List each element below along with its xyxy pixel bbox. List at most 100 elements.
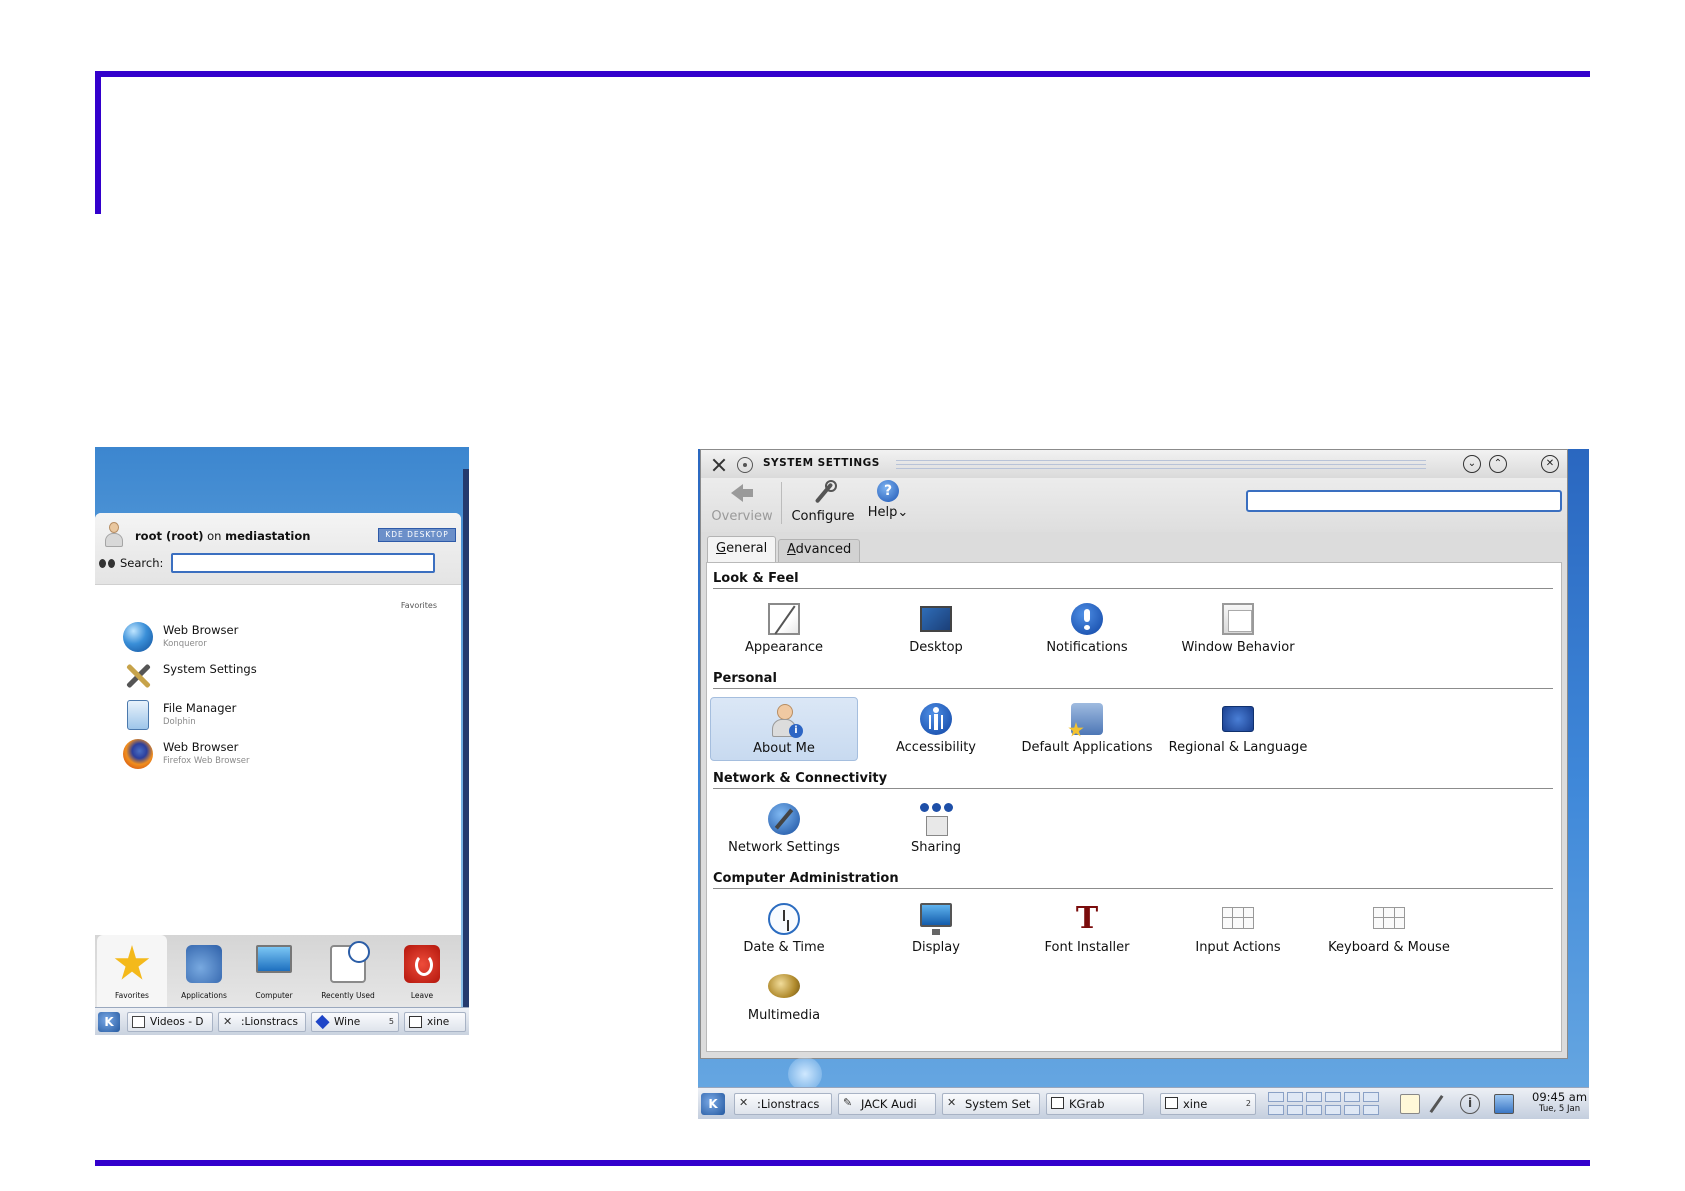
- taskbar-item-xine[interactable]: xine 2: [1160, 1093, 1256, 1115]
- info-icon[interactable]: i: [1460, 1094, 1480, 1114]
- tab-recently-used[interactable]: Recently Used: [313, 935, 383, 1007]
- section-divider: [713, 688, 1553, 689]
- module-notifications[interactable]: Notifications: [1013, 597, 1161, 661]
- help-button[interactable]: ? Help⌄: [867, 480, 909, 520]
- tab-applications[interactable]: Applications: [169, 935, 239, 1007]
- module-label: Date & Time: [743, 940, 825, 955]
- taskbar-label: Wine: [334, 1016, 361, 1028]
- kgrab-icon: [1051, 1097, 1064, 1109]
- module-label: Font Installer: [1044, 940, 1130, 955]
- favorites-list: Favorites Web Browser Konqueror System S…: [95, 585, 461, 935]
- favorite-item-system-settings[interactable]: System Settings: [123, 658, 443, 694]
- configure-button[interactable]: Configure: [791, 480, 855, 524]
- user-on-text: on: [203, 529, 226, 543]
- clock[interactable]: 09:45 am Tue, 5 Jan: [1532, 1090, 1587, 1114]
- taskbar-label: :Lionstracs: [757, 1097, 820, 1111]
- module-window-behavior[interactable]: Window Behavior: [1164, 597, 1312, 661]
- tab-general[interactable]: General: [707, 536, 777, 564]
- module-accessibility[interactable]: Accessibility: [862, 697, 1010, 761]
- module-about-me[interactable]: i About Me: [710, 697, 858, 761]
- tab-favorites[interactable]: Favorites: [97, 935, 167, 1007]
- module-network-settings[interactable]: Network Settings: [710, 797, 858, 861]
- window-titlebar[interactable]: SYSTEM SETTINGS ⌄ ⌃ ✕: [701, 450, 1567, 478]
- taskbar-item-videos[interactable]: Videos - D: [127, 1012, 213, 1032]
- slide-frame-left: [95, 71, 101, 214]
- taskbar-item-kgrab[interactable]: KGrab: [1046, 1093, 1144, 1115]
- module-default-applications[interactable]: Default Applications: [1013, 697, 1161, 761]
- favorite-name: Web Browser: [163, 623, 239, 637]
- tools-icon[interactable]: [711, 457, 727, 473]
- module-date-time[interactable]: Date & Time: [710, 897, 858, 961]
- favorite-name: System Settings: [163, 662, 257, 676]
- tab-computer[interactable]: Computer: [239, 935, 309, 1007]
- tab-label: Computer: [255, 991, 293, 1000]
- taskbar-item-lionstracs[interactable]: ✕:Lionstracs: [734, 1093, 832, 1115]
- system-settings-screenshot: SYSTEM SETTINGS ⌄ ⌃ ✕ Overview Configure…: [698, 449, 1589, 1119]
- favorite-item-firefox[interactable]: Web Browser Firefox Web Browser: [123, 736, 443, 772]
- taskbar-label: Videos - D: [150, 1016, 204, 1028]
- module-font-installer[interactable]: T Font Installer: [1013, 897, 1161, 961]
- notifications-icon: [1071, 603, 1103, 635]
- host-name: mediastation: [225, 529, 311, 543]
- settings-content: Look & Feel Appearance Desktop Notificat…: [706, 562, 1562, 1052]
- sharing-icon: [920, 803, 952, 836]
- section-title: Network & Connectivity: [713, 771, 888, 786]
- minimize-button[interactable]: ⌄: [1463, 455, 1481, 473]
- favorite-item-dolphin[interactable]: File Manager Dolphin: [123, 697, 443, 733]
- clipboard-icon[interactable]: [1400, 1094, 1420, 1114]
- section-computer-administration: Computer Administration: [713, 871, 1553, 889]
- taskbar-count: 5: [388, 1017, 394, 1026]
- launcher-search-input[interactable]: [171, 553, 435, 573]
- taskbar-item-lionstracs[interactable]: ✕:Lionstracs: [218, 1012, 306, 1032]
- kde-menu-button[interactable]: K: [701, 1093, 725, 1115]
- kde-menu-button[interactable]: K: [98, 1012, 120, 1032]
- section-divider: [713, 788, 1553, 789]
- module-multimedia[interactable]: Multimedia: [710, 965, 858, 1029]
- module-desktop[interactable]: Desktop: [862, 597, 1010, 661]
- favorite-item-konqueror[interactable]: Web Browser Konqueror: [123, 619, 443, 655]
- section-divider: [713, 888, 1553, 889]
- tab-label: Leave: [410, 991, 434, 1000]
- tab-advanced[interactable]: Advanced: [778, 539, 861, 562]
- applications-icon: [186, 945, 222, 983]
- settings-search-input[interactable]: [1246, 490, 1562, 512]
- font-installer-icon: T: [1075, 901, 1099, 936]
- tab-leave[interactable]: Leave: [387, 935, 457, 1007]
- launcher-header: root (root) on mediastation KDE DESKTOP …: [95, 513, 461, 585]
- chevron-down-icon: ⌄: [897, 505, 909, 520]
- display-icon: [920, 903, 952, 935]
- taskbar-item-wine[interactable]: Wine 5: [311, 1012, 399, 1032]
- pin-icon[interactable]: [737, 457, 753, 473]
- system-settings-window: SYSTEM SETTINGS ⌄ ⌃ ✕ Overview Configure…: [700, 449, 1568, 1059]
- module-input-actions[interactable]: Input Actions: [1164, 897, 1312, 961]
- x-icon: ✕: [223, 1015, 233, 1028]
- taskbar-item-system-settings[interactable]: ✕ System Set: [942, 1093, 1040, 1115]
- module-regional-language[interactable]: Regional & Language: [1164, 697, 1312, 761]
- close-button[interactable]: ✕: [1541, 455, 1559, 473]
- module-appearance[interactable]: Appearance: [710, 597, 858, 661]
- microphone-icon[interactable]: [1426, 1094, 1446, 1114]
- tools-icon: [123, 661, 153, 691]
- taskbar-item-xine[interactable]: xine: [404, 1012, 466, 1032]
- module-sharing[interactable]: Sharing: [862, 797, 1010, 861]
- module-label: Notifications: [1046, 640, 1128, 655]
- section-title: Personal: [713, 671, 777, 686]
- desktop-pager[interactable]: [1268, 1092, 1386, 1116]
- document-icon: [132, 1016, 145, 1028]
- help-icon: ?: [877, 480, 899, 502]
- globe-icon: [123, 622, 153, 652]
- overview-button[interactable]: Overview: [711, 480, 773, 524]
- clock-time: 09:45 am: [1532, 1090, 1588, 1104]
- module-display[interactable]: Display: [862, 897, 1010, 961]
- taskbar-item-jack-audio[interactable]: ✎ JACK Audi: [838, 1093, 936, 1115]
- module-label: Appearance: [744, 640, 824, 655]
- wrench-icon: [810, 480, 837, 506]
- screen-icon: [409, 1016, 422, 1028]
- module-keyboard-mouse[interactable]: Keyboard & Mouse: [1315, 897, 1463, 961]
- leave-icon: [404, 945, 440, 983]
- module-label: About Me: [753, 741, 815, 756]
- settings-taskbar: K ✕:Lionstracs ✎ JACK Audi ✕ System Set KG…: [698, 1087, 1589, 1119]
- maximize-button[interactable]: ⌃: [1489, 455, 1507, 473]
- network-icon[interactable]: [1494, 1094, 1514, 1114]
- background-window-edge: [463, 469, 469, 1029]
